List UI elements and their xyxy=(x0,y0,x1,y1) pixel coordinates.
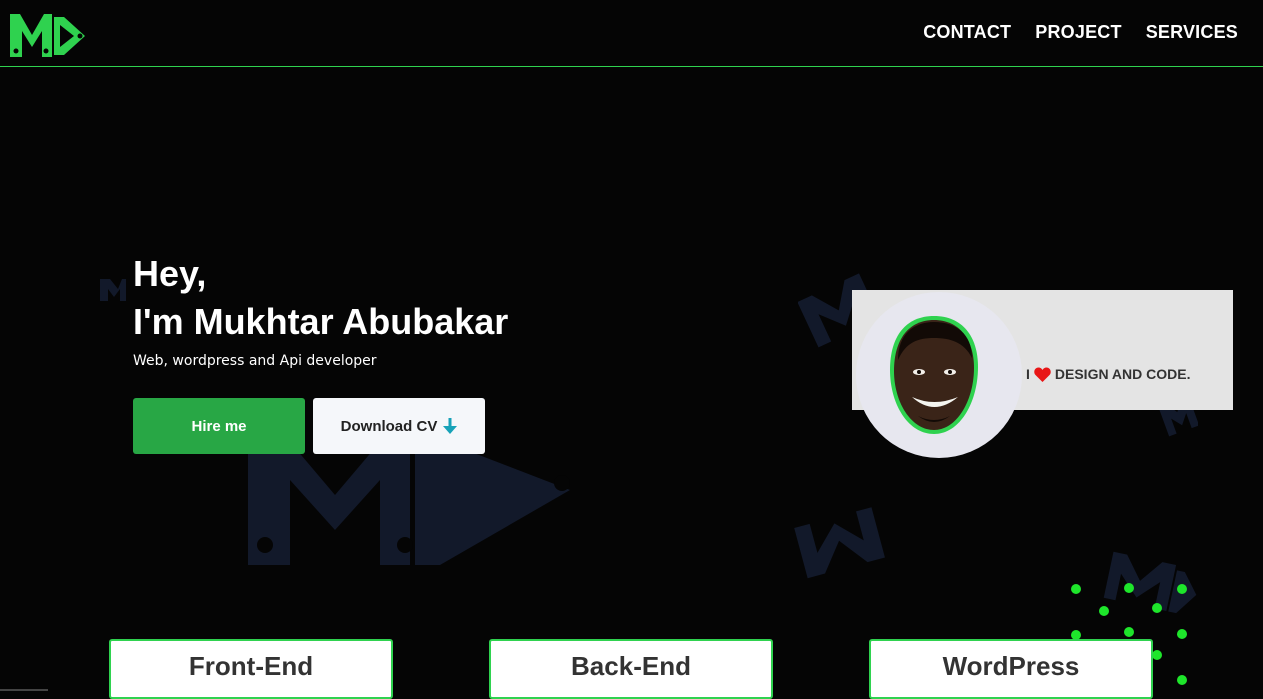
watermark-logo-rot-2 xyxy=(794,507,885,579)
decor-dot xyxy=(1152,603,1162,613)
nav-services[interactable]: SERVICES xyxy=(1146,22,1238,43)
profile-tagline: I DESIGN AND CODE. xyxy=(1026,366,1191,382)
decor-dot xyxy=(1177,629,1187,639)
site-header: CONTACT PROJECT SERVICES xyxy=(0,0,1263,67)
service-title: WordPress xyxy=(942,651,1080,681)
hero-subtitle: Web, wordpress and Api developer xyxy=(133,353,377,369)
service-title: Back-End xyxy=(571,651,691,681)
decor-dot xyxy=(1124,627,1134,637)
tagline-suffix: DESIGN AND CODE. xyxy=(1054,366,1191,382)
nav-project[interactable]: PROJECT xyxy=(1035,22,1121,43)
hire-me-button[interactable]: Hire me xyxy=(133,398,305,454)
decor-dot xyxy=(1071,584,1081,594)
watermark-logo-small-left xyxy=(100,279,126,301)
decor-dot xyxy=(1177,584,1187,594)
decor-dot xyxy=(1124,583,1134,593)
watermark-logo-rot-3 xyxy=(1103,551,1197,614)
heart-icon xyxy=(1034,367,1051,382)
tagline-prefix: I xyxy=(1026,366,1030,382)
avatar xyxy=(890,316,978,434)
main-nav: CONTACT PROJECT SERVICES xyxy=(923,22,1238,43)
download-cv-button[interactable]: Download CV xyxy=(313,398,485,454)
service-card-backend[interactable]: Back-End xyxy=(489,639,773,699)
arrow-down-icon xyxy=(443,418,458,434)
md-logo-icon[interactable] xyxy=(8,11,86,59)
nav-contact[interactable]: CONTACT xyxy=(923,22,1011,43)
decor-dot xyxy=(1099,606,1109,616)
service-card-wordpress[interactable]: WordPress xyxy=(869,639,1153,699)
decor-dot xyxy=(1177,675,1187,685)
hire-me-label: Hire me xyxy=(191,417,247,435)
download-cv-label: Download CV xyxy=(340,417,438,435)
hero-greeting: Hey, xyxy=(133,253,207,294)
hero-title: Hey, I'm Mukhtar Abubakar xyxy=(133,250,508,346)
hero-name: I'm Mukhtar Abubakar xyxy=(133,301,509,342)
service-title: Front-End xyxy=(188,651,314,681)
service-card-frontend[interactable]: Front-End xyxy=(109,639,393,699)
decor-dot xyxy=(1152,650,1162,660)
